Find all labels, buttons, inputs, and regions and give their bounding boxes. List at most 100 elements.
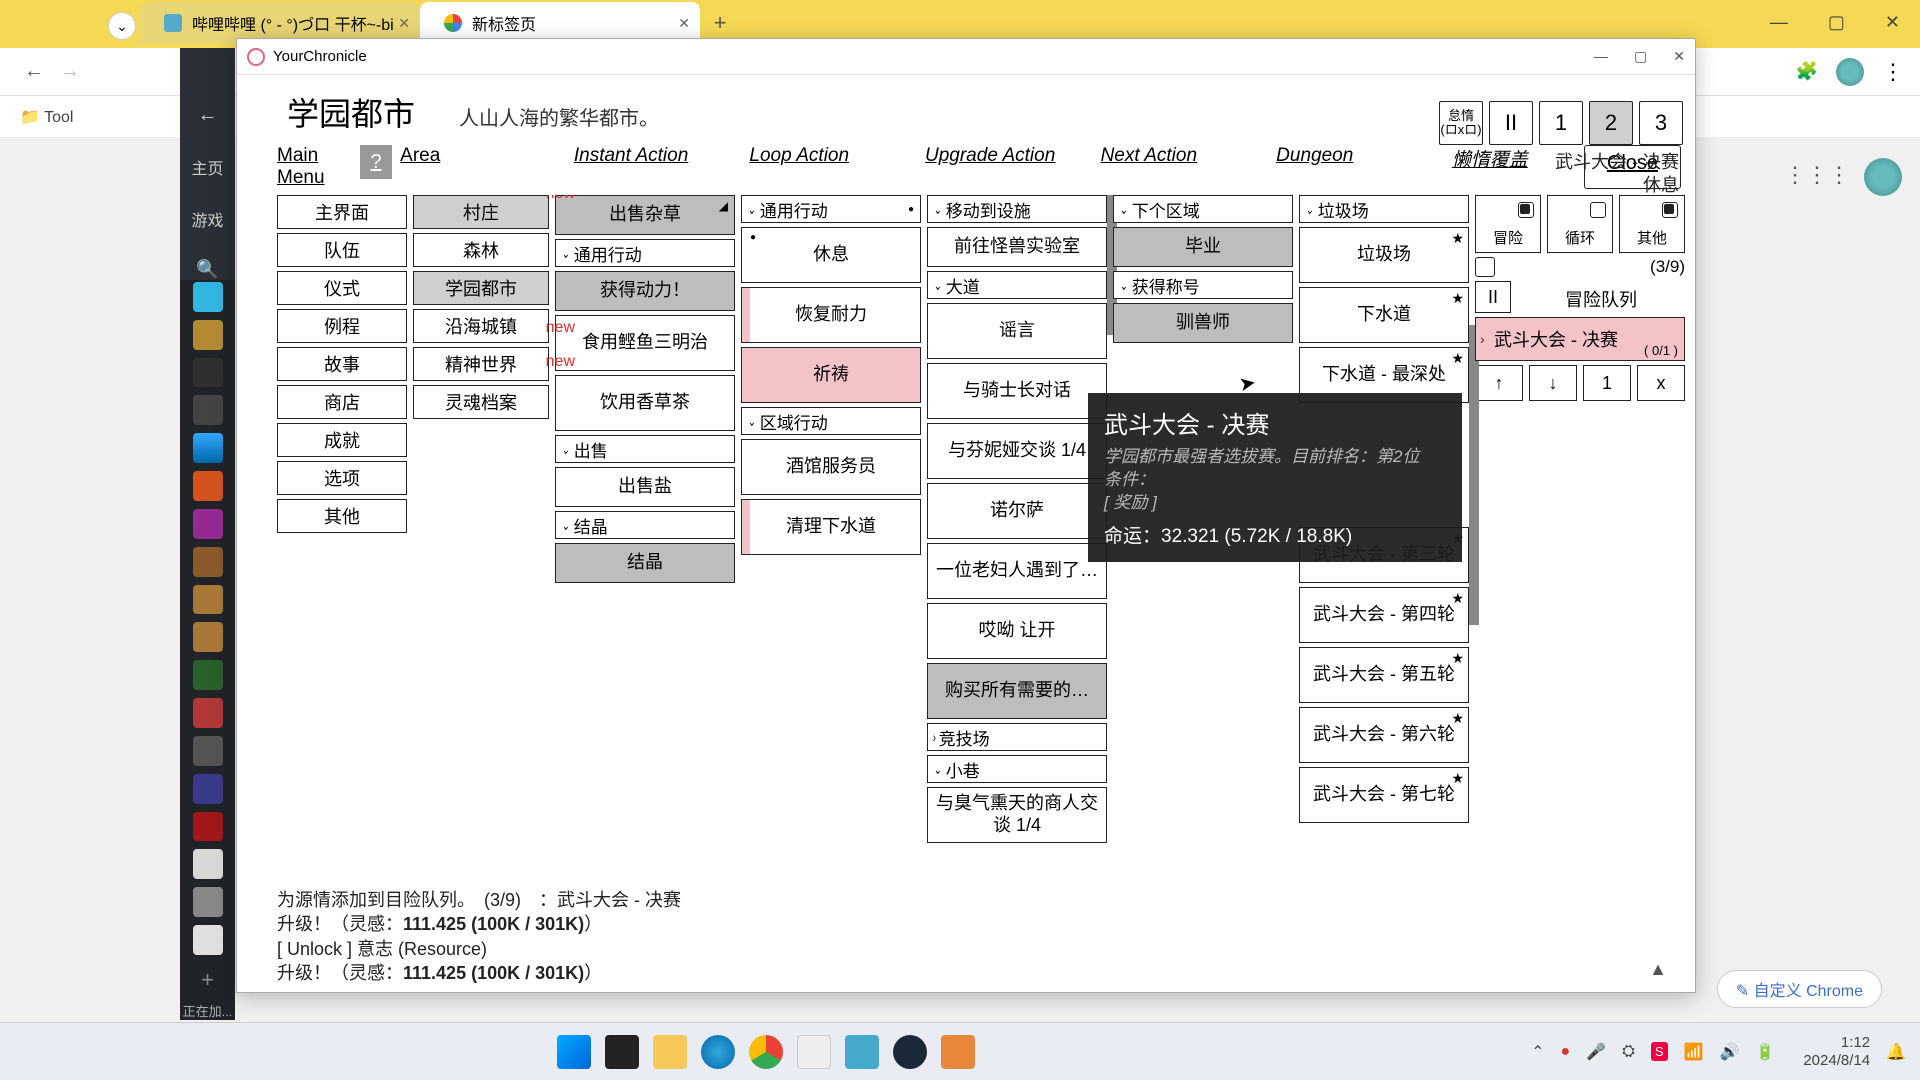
steam-games[interactable]: 游戏 [191,207,223,231]
section-arena[interactable]: ›竞技场 [927,723,1107,751]
menu-achieve[interactable]: 成就 [277,423,407,457]
profile-avatar[interactable] [1836,58,1864,86]
loop-rest[interactable]: ●休息 [741,227,921,283]
game-icon[interactable] [193,471,223,501]
section-general[interactable]: ⌄通用行动● [741,195,921,223]
section-trash[interactable]: ⌄垃圾场 [1299,195,1469,223]
menu-shop[interactable]: 商店 [277,385,407,419]
game-icon[interactable] [193,395,223,425]
tab-dropdown-icon[interactable]: ⌄ [108,12,136,40]
dungeon-trash[interactable]: 垃圾场★ [1299,227,1469,283]
menu-ritual[interactable]: 仪式 [277,271,407,305]
dungeon-r5[interactable]: 武斗大会 - 第五轮★ [1299,647,1469,703]
queue-down[interactable]: ↓ [1529,365,1577,401]
explorer-icon[interactable] [653,1035,687,1069]
checkbox-icon[interactable] [1518,202,1534,218]
tray-chevron-icon[interactable]: ⌃ [1531,1042,1544,1062]
edge-icon[interactable] [701,1035,735,1069]
section-title[interactable]: ⌄获得称号 [1113,271,1293,299]
start-icon[interactable] [557,1035,591,1069]
task-icon[interactable] [941,1035,975,1069]
lazy-loop[interactable]: 循环 [1547,195,1613,253]
lazy-toggle[interactable]: 怠惰 (ロxロ) [1439,101,1483,145]
close-icon[interactable]: ✕ [398,15,410,32]
lazy-adventure[interactable]: 冒险 [1475,195,1541,253]
game-icon[interactable] [193,547,223,577]
bookmark-folder[interactable]: 📁 Tool [20,107,73,127]
game-icon[interactable] [193,698,223,728]
game-icon[interactable] [193,622,223,652]
checkbox-icon[interactable] [1590,202,1606,218]
game-icon[interactable] [193,358,223,388]
speed-3[interactable]: 3 [1639,101,1683,145]
game-icon[interactable] [193,774,223,804]
close-icon[interactable]: ✕ [1673,48,1685,65]
game-icon[interactable] [193,509,223,539]
queue-count-1[interactable]: 1 [1583,365,1631,401]
steam-icon[interactable] [893,1035,927,1069]
area-academy[interactable]: 学园都市 [413,271,549,305]
game-icon[interactable] [193,660,223,690]
profile-avatar-large[interactable] [1864,158,1902,196]
section-move[interactable]: ⌄移动到设施 [927,195,1107,223]
extensions-icon[interactable]: 🧩 [1796,61,1818,82]
upgrade-smelly[interactable]: 与臭气熏天的商人交谈 1/4 [927,787,1107,843]
game-icon[interactable] [193,585,223,615]
menu-story[interactable]: 故事 [277,347,407,381]
loop-pray[interactable]: 祈祷 [741,347,921,403]
task-icon[interactable] [845,1035,879,1069]
menu-routine[interactable]: 例程 [277,309,407,343]
area-coast[interactable]: 沿海城镇 [413,309,549,343]
instant-crystal[interactable]: 结晶 [555,543,735,583]
section-dao[interactable]: ⌄大道 [927,271,1107,299]
help-button[interactable]: ? [360,145,392,179]
task-icon[interactable] [605,1035,639,1069]
menu-party[interactable]: 队伍 [277,233,407,267]
instant-gain-power[interactable]: 获得动力！ [555,271,735,311]
log-collapse-icon[interactable]: ▲ [1649,959,1667,980]
speed-pause[interactable]: II [1489,101,1533,145]
game-icon[interactable] [193,925,223,955]
tray-icon[interactable]: S [1651,1042,1668,1061]
menu-icon[interactable]: ⋮ [1882,59,1904,85]
steam-back-icon[interactable]: ← [198,104,218,127]
area-village[interactable]: 村庄 [413,195,549,229]
instant-sell-grass[interactable]: 出售杂草◢ [555,195,735,235]
next-graduate[interactable]: 毕业 [1113,227,1293,267]
task-icon[interactable] [797,1035,831,1069]
chrome-icon[interactable] [749,1035,783,1069]
instant-drink-tea[interactable]: 饮用香草茶 [555,375,735,431]
notifications-icon[interactable]: 🔔 [1886,1042,1906,1062]
section-general[interactable]: ⌄通用行动 [555,239,735,267]
upgrade-fanny[interactable]: 与芬妮娅交谈 1/4 [927,423,1107,479]
upgrade-knight-talk[interactable]: 与骑士长对话 [927,363,1107,419]
section-sell[interactable]: ⌄出售 [555,435,735,463]
speed-2[interactable]: 2 [1589,101,1633,145]
instant-sell-salt[interactable]: 出售盐 [555,467,735,507]
maximize-icon[interactable]: ▢ [1634,48,1647,65]
queue-item[interactable]: › 武斗大会 - 决赛 ( 0/1 ) [1475,317,1685,361]
steam-home[interactable]: 主页 [191,155,223,179]
customize-chrome[interactable]: ✎ 自定义 Chrome [1717,970,1882,1008]
checkbox-icon[interactable] [1475,257,1495,277]
game-icon[interactable] [193,433,223,463]
search-icon[interactable]: 🔍 [196,259,218,280]
scrollbar[interactable] [1469,325,1479,625]
battery-icon[interactable]: 🔋 [1755,1042,1775,1062]
wifi-icon[interactable]: 📶 [1684,1042,1704,1062]
section-crystal[interactable]: ⌄结晶 [555,511,735,539]
next-tamer[interactable]: 驯兽师 [1113,303,1293,343]
game-icon[interactable] [193,812,223,842]
upgrade-ouch[interactable]: 哎呦 让开 [927,603,1107,659]
lazy-other[interactable]: 其他 [1619,195,1685,253]
tray-icon[interactable]: ● [1561,1043,1571,1061]
dungeon-r4[interactable]: 武斗大会 - 第四轮★ [1299,587,1469,643]
queue-up[interactable]: ↑ [1475,365,1523,401]
area-soul[interactable]: 灵魂档案 [413,385,549,419]
close-icon[interactable]: ✕ [678,15,690,32]
game-icon[interactable] [193,736,223,766]
tray-icon[interactable]: 🎤 [1586,1042,1606,1062]
section-alley[interactable]: ⌄小巷 [927,755,1107,783]
maximize-icon[interactable]: ▢ [1828,12,1845,33]
speed-1[interactable]: 1 [1539,101,1583,145]
